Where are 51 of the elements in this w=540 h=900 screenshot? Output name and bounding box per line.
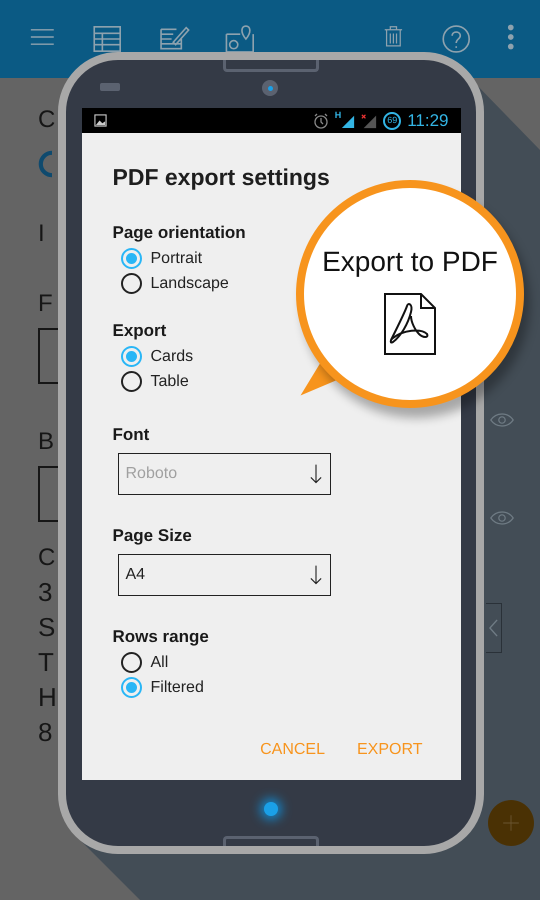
dropdown[interactable]: A4 — [118, 554, 330, 596]
more-icon[interactable] — [506, 22, 516, 52]
section-label: Rows range — [112, 626, 210, 648]
help-icon[interactable] — [440, 22, 472, 56]
radio-button[interactable] — [120, 677, 142, 698]
field-label: C — [38, 546, 56, 570]
section-label: Font — [112, 424, 150, 446]
section-label: Export — [112, 320, 168, 342]
option-label: All — [150, 652, 168, 672]
network-type: H — [334, 111, 342, 120]
no-signal-icon — [361, 112, 378, 128]
radio-button[interactable] — [120, 652, 142, 673]
option-label: Portrait — [150, 248, 202, 268]
dialog-button[interactable]: EXPORT — [357, 740, 422, 760]
dialog-button[interactable]: CANCEL — [260, 740, 325, 760]
eye-icon — [490, 412, 514, 428]
field-value: 3 — [38, 579, 52, 605]
back-button[interactable] — [486, 603, 502, 653]
option-label: Landscape — [150, 274, 229, 294]
home-light — [264, 802, 278, 816]
section-label: Page Size — [112, 525, 193, 547]
field-value: H — [38, 684, 57, 710]
battery-level: 69 — [383, 112, 402, 130]
field-value: T — [38, 649, 54, 675]
camera — [262, 80, 278, 96]
clock: 11:29 — [407, 112, 448, 129]
section-label: Page orientation — [112, 222, 247, 244]
field-label: B — [38, 430, 56, 454]
option-label: Filtered — [150, 678, 204, 698]
option-label: Cards — [150, 346, 194, 366]
radio-button[interactable] — [120, 248, 142, 269]
radio-button[interactable] — [120, 273, 142, 294]
plus-icon — [502, 814, 520, 832]
field-value: 8 — [38, 719, 52, 745]
radio-button[interactable] — [120, 346, 142, 367]
eye-icon — [490, 510, 514, 526]
option-label: Table — [150, 372, 189, 392]
pdf-file-icon — [383, 292, 437, 356]
field-label: C — [38, 108, 56, 132]
sensor — [100, 83, 120, 91]
field-value: S — [38, 614, 56, 640]
image-icon — [94, 114, 106, 127]
field-label: I — [38, 222, 46, 246]
chevron-left-icon — [489, 619, 498, 637]
callout-text: Export to PDF — [322, 246, 498, 278]
dialog-title: PDF export settings — [112, 163, 331, 192]
field-label: F — [38, 292, 54, 316]
arrow-down-icon — [310, 463, 322, 485]
arrow-down-icon — [310, 564, 322, 586]
radio-button[interactable] — [120, 371, 142, 392]
alarm-icon — [312, 112, 329, 128]
